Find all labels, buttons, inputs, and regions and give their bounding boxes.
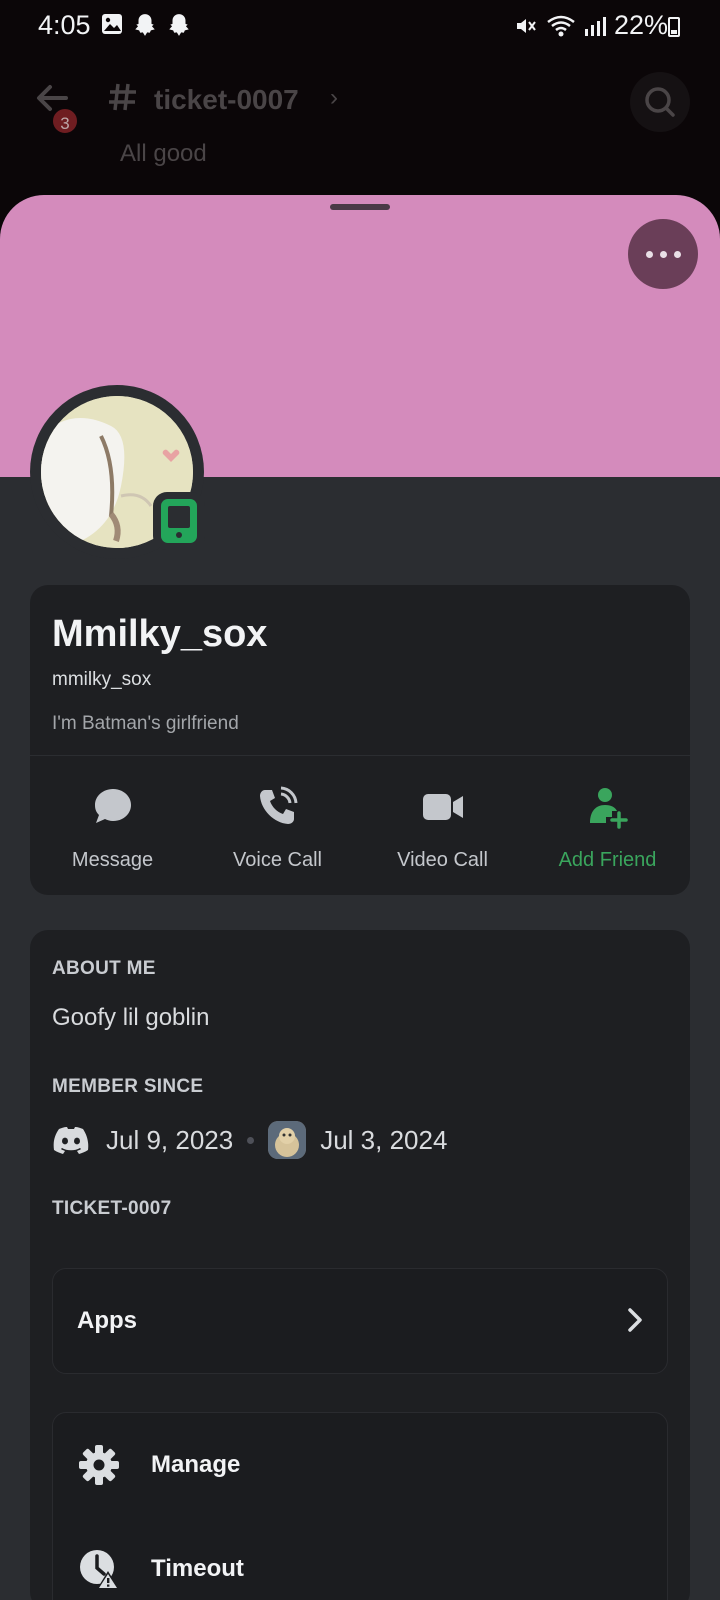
gallery-icon (102, 14, 122, 34)
video-call-label: Video Call (397, 849, 488, 871)
signal-icon (584, 16, 606, 36)
mute-icon (516, 18, 536, 33)
about-text: Goofy lil goblin (52, 1004, 210, 1031)
video-call-icon (422, 794, 463, 820)
message-button[interactable]: Message (30, 785, 195, 872)
display-name: Mmilky_sox (52, 613, 268, 655)
notification-icons (100, 12, 192, 38)
gear-icon (79, 1445, 119, 1485)
status-indicator (153, 492, 205, 550)
server-section-heading: TICKET-0007 (52, 1198, 172, 1219)
snapchat-icon (169, 14, 189, 36)
snapchat-icon (135, 14, 155, 36)
channel-header: 3 ticket-0007 › (0, 50, 720, 150)
clock: 4:05 (38, 10, 91, 40)
peek-message: All good (120, 140, 207, 167)
timeout-label: Timeout (151, 1555, 244, 1582)
member-since-row: Jul 9, 2023 Jul 3, 2024 (52, 1120, 447, 1160)
divider (30, 755, 690, 756)
apps-row[interactable]: Apps (52, 1268, 668, 1374)
server-member-date: Jul 3, 2024 (320, 1124, 448, 1155)
unread-badge: 3 (50, 106, 80, 136)
profile-card: Mmilky_sox mmilky_sox I'm Batman's girlf… (30, 585, 690, 895)
timeout-row[interactable]: Timeout (77, 1539, 244, 1599)
member-since-heading: MEMBER SINCE (52, 1076, 204, 1097)
message-icon (94, 789, 131, 823)
discord-logo-icon (53, 1127, 89, 1154)
username[interactable]: mmilky_sox (52, 669, 151, 691)
separator-dot (247, 1136, 255, 1144)
discord-member-date: Jul 9, 2023 (106, 1124, 234, 1155)
battery-percent: 22% (613, 10, 668, 40)
drag-handle[interactable] (330, 204, 390, 210)
video-call-button[interactable]: Video Call (360, 785, 525, 872)
channel-hash-icon (109, 83, 136, 111)
search-button[interactable] (630, 72, 690, 132)
voice-call-icon (259, 786, 297, 824)
chevron-right-icon: › (330, 84, 338, 111)
channel-title[interactable]: ticket-0007 (154, 84, 299, 116)
moderation-list: Manage Timeout (52, 1412, 668, 1600)
system-icons: 22% (514, 10, 668, 41)
chevron-right-icon (628, 1308, 642, 1332)
about-heading: ABOUT ME (52, 958, 156, 979)
search-icon (645, 87, 675, 117)
manage-label: Manage (151, 1451, 241, 1478)
add-friend-icon (589, 788, 628, 829)
wifi-icon (547, 15, 575, 36)
more-options-button[interactable] (628, 219, 698, 289)
status-bar: 4:05 22% (0, 0, 720, 50)
voice-call-label: Voice Call (233, 849, 322, 871)
mobile-status-icon (161, 499, 197, 543)
pronouns: I'm Batman's girlfriend (52, 713, 239, 734)
details-card: ABOUT ME Goofy lil goblin MEMBER SINCE J… (30, 930, 690, 1600)
message-label: Message (71, 849, 154, 871)
server-icon (268, 1121, 307, 1159)
profile-sheet: Mmilky_sox mmilky_sox I'm Batman's girlf… (0, 195, 720, 1600)
timeout-icon (80, 1550, 119, 1589)
apps-label: Apps (77, 1307, 137, 1334)
battery-icon (668, 17, 680, 37)
voice-call-button[interactable]: Voice Call (195, 785, 360, 872)
add-friend-label: Add Friend (558, 849, 657, 871)
manage-row[interactable]: Manage (77, 1435, 240, 1495)
add-friend-button[interactable]: Add Friend (525, 785, 690, 872)
